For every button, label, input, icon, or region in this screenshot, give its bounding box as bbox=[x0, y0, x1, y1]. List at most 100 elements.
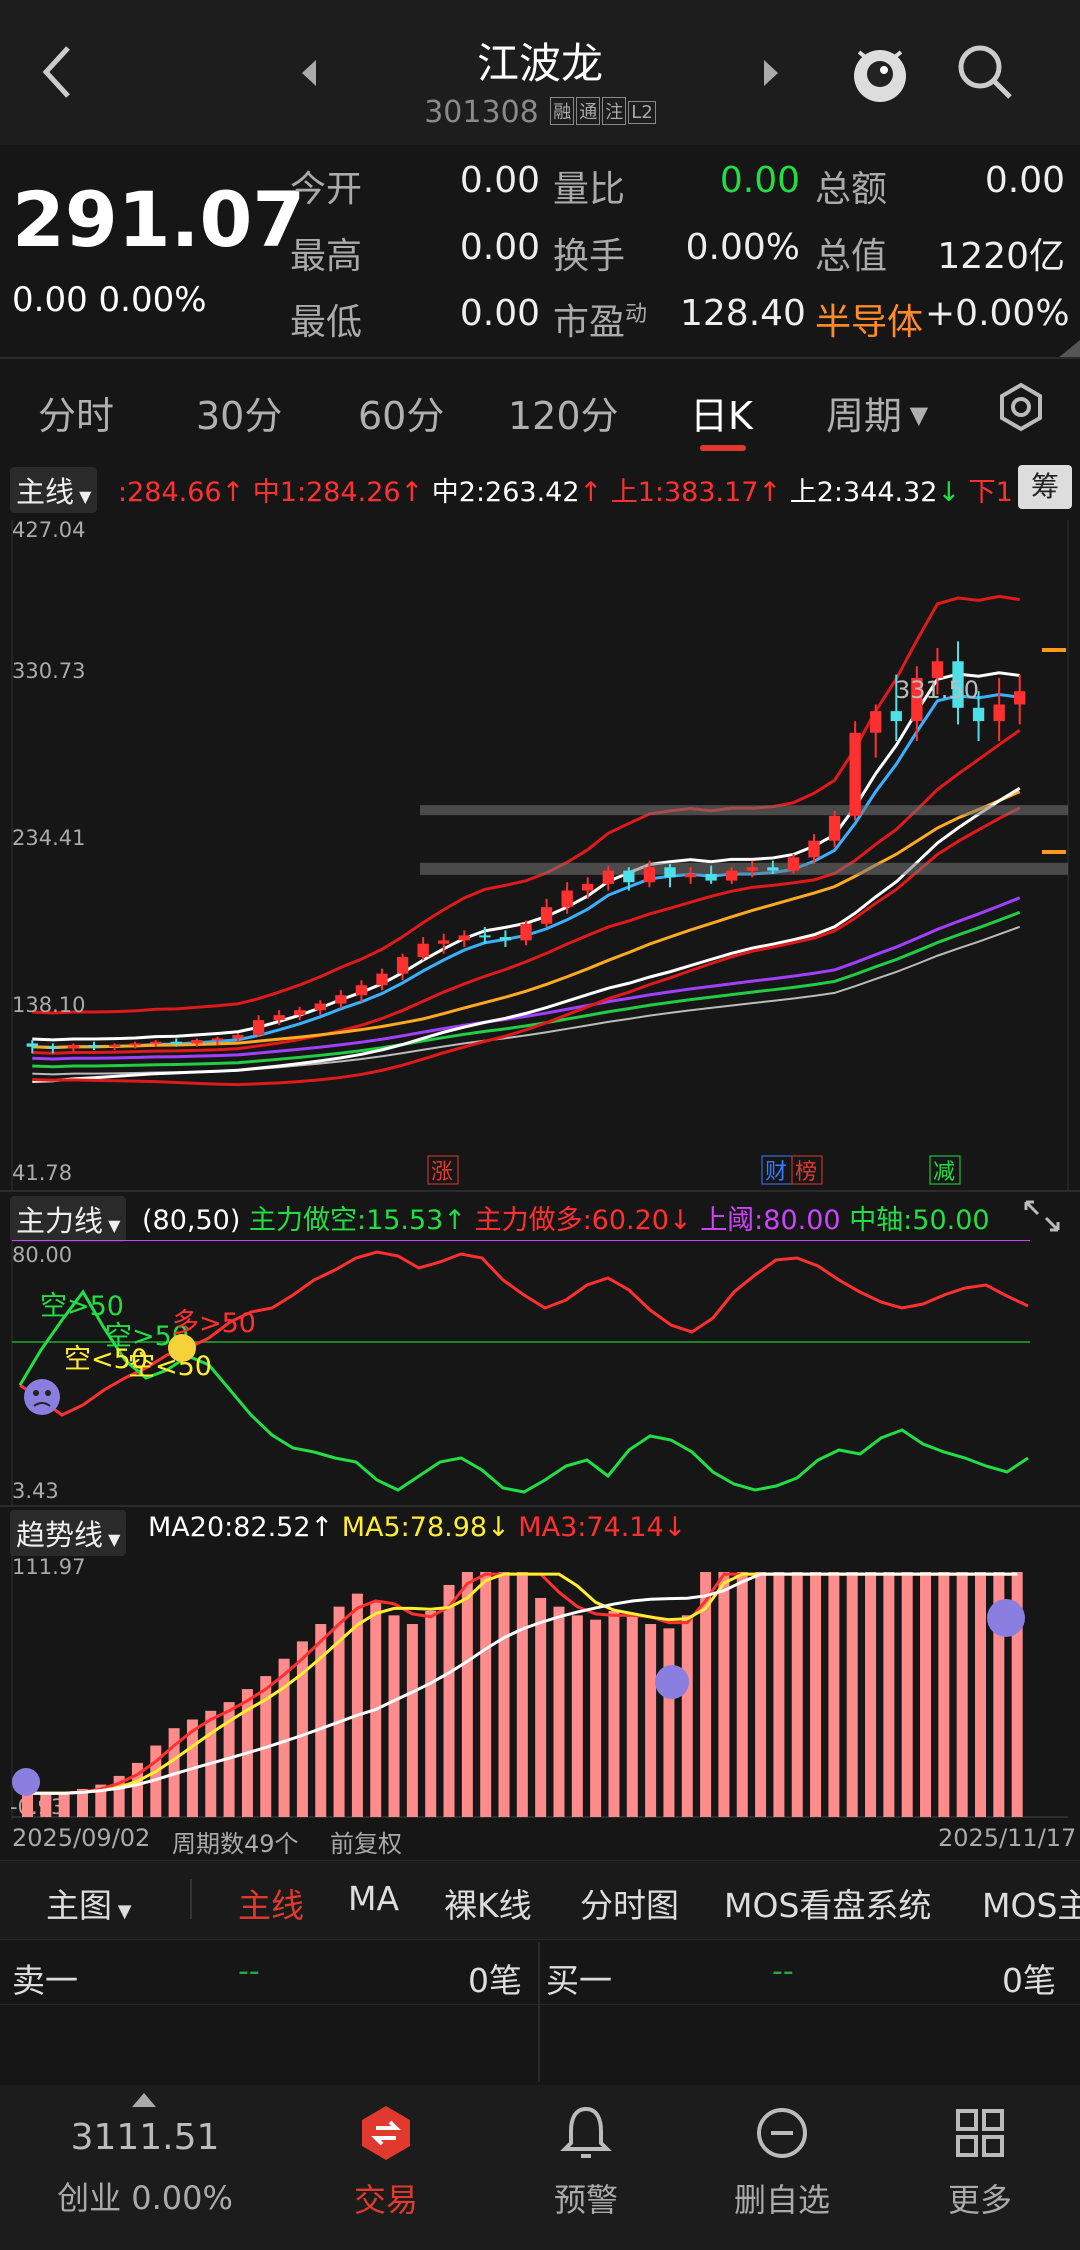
candle-body[interactable] bbox=[664, 867, 676, 878]
candle-body[interactable] bbox=[150, 1041, 162, 1044]
submenu-mos-system[interactable]: MOS看盘系统 bbox=[724, 1879, 931, 1927]
settings-icon[interactable] bbox=[995, 381, 1047, 433]
candle-body[interactable] bbox=[355, 985, 368, 996]
power-params: (80,50) 主力做空:15.53↑ 主力做多:60.20↓ 上阈:80.00… bbox=[142, 1198, 1022, 1237]
candle-body[interactable] bbox=[746, 867, 758, 871]
tab-30min[interactable]: 30分 bbox=[196, 385, 282, 440]
search-icon[interactable] bbox=[955, 42, 1015, 102]
trend-bar bbox=[791, 1572, 803, 1817]
trend-bar bbox=[406, 1624, 418, 1817]
candle-body[interactable] bbox=[417, 943, 429, 957]
index-name[interactable]: 创业 0.00% bbox=[0, 2173, 290, 2219]
change-percent: 0.00% bbox=[98, 280, 207, 320]
candle-body[interactable] bbox=[170, 1041, 182, 1044]
submenu-bare-k[interactable]: 裸K线 bbox=[444, 1879, 532, 1927]
candle-body[interactable] bbox=[561, 890, 573, 908]
tab-120min[interactable]: 120分 bbox=[508, 385, 619, 440]
period-tabs: 分时 30分 60分 120分 日K 周期 ▼ bbox=[0, 365, 1080, 455]
candle-body[interactable] bbox=[252, 1020, 265, 1036]
candle-body[interactable] bbox=[602, 870, 614, 884]
candle-body[interactable] bbox=[335, 995, 347, 1004]
trend-chart[interactable]: 111.97 -0.93 bbox=[0, 1552, 1080, 1820]
candle-body[interactable] bbox=[849, 732, 861, 816]
candle-body[interactable] bbox=[582, 883, 594, 891]
trend-bar bbox=[865, 1572, 877, 1817]
expand-icon[interactable] bbox=[1020, 1196, 1064, 1236]
price-marker-lower bbox=[1042, 850, 1066, 854]
nav-trade-label: 交易 bbox=[353, 2181, 418, 2219]
candle-body[interactable] bbox=[314, 1003, 326, 1011]
mascot-icon[interactable] bbox=[845, 38, 915, 108]
candle-body[interactable] bbox=[767, 867, 779, 871]
candle-body[interactable] bbox=[540, 907, 553, 924]
candle-body[interactable] bbox=[396, 956, 409, 974]
candle-body[interactable] bbox=[376, 973, 388, 986]
trend-bar bbox=[846, 1572, 858, 1817]
pe-label: 市盈动 bbox=[553, 302, 648, 343]
candle-body[interactable] bbox=[705, 873, 717, 881]
candle-body[interactable] bbox=[191, 1040, 203, 1044]
candle-body[interactable] bbox=[808, 840, 820, 858]
trend-bar bbox=[755, 1572, 767, 1817]
buy-one-label: 买一 bbox=[546, 1961, 612, 2000]
candle-body[interactable] bbox=[458, 935, 470, 941]
sector-label[interactable]: 半导体 bbox=[815, 293, 923, 345]
nav-remove-watchlist[interactable]: 删自选 bbox=[692, 2085, 872, 2221]
candle-body[interactable] bbox=[26, 1043, 38, 1047]
period-count: 周期数49个 bbox=[172, 1830, 299, 1858]
nav-alert[interactable]: 预警 bbox=[496, 2085, 676, 2221]
candle-body[interactable] bbox=[108, 1045, 121, 1048]
index-value[interactable]: 3111.51 bbox=[0, 2117, 290, 2158]
candle-body[interactable] bbox=[47, 1046, 59, 1049]
candle-body[interactable] bbox=[129, 1043, 141, 1046]
candle-body[interactable] bbox=[870, 711, 882, 733]
tab-daily-k[interactable]: 日K bbox=[690, 385, 753, 440]
candle-body[interactable] bbox=[787, 857, 800, 871]
candle-body[interactable] bbox=[623, 870, 635, 883]
candle-body[interactable] bbox=[972, 707, 985, 722]
submenu-ma[interactable]: MA bbox=[348, 1879, 399, 1918]
trend-bar bbox=[296, 1641, 308, 1817]
nav-trade[interactable]: 交易 bbox=[296, 2085, 476, 2221]
main-kline-chart[interactable]: 427.04 330.73 234.41 138.10 41.78 331.50… bbox=[0, 520, 1080, 1190]
bell-icon bbox=[560, 2106, 612, 2158]
candle-body[interactable] bbox=[211, 1038, 224, 1041]
candle-body[interactable] bbox=[828, 815, 841, 841]
candle-body[interactable] bbox=[438, 940, 450, 944]
candle-body[interactable] bbox=[684, 873, 697, 878]
market-cap-value: 1220亿 bbox=[937, 236, 1065, 277]
next-stock-icon[interactable] bbox=[760, 58, 782, 88]
main-indicator-selector[interactable]: 主线 ▼ bbox=[10, 467, 98, 513]
trend-indicator-selector[interactable]: 趋势线 ▼ bbox=[10, 1510, 127, 1556]
tab-60min[interactable]: 60分 bbox=[358, 385, 444, 440]
candle-body[interactable] bbox=[499, 937, 512, 941]
candle-body[interactable] bbox=[643, 867, 656, 883]
submenu-intraday[interactable]: 分时图 bbox=[580, 1879, 679, 1927]
trend-bar bbox=[388, 1615, 400, 1817]
tab-period[interactable]: 周期 ▼ bbox=[826, 385, 928, 440]
submenu-mos-main[interactable]: MOS主 bbox=[982, 1879, 1080, 1927]
trend-bar bbox=[938, 1572, 950, 1817]
chip-button[interactable]: 筹 bbox=[1018, 465, 1072, 509]
submenu-main-line[interactable]: 主线 bbox=[238, 1879, 304, 1927]
trend-bar bbox=[883, 1572, 895, 1817]
candle-body[interactable] bbox=[890, 711, 902, 722]
candle-body[interactable] bbox=[993, 704, 1005, 722]
candle-body[interactable] bbox=[273, 1015, 285, 1021]
power-indicator-selector[interactable]: 主力线 ▼ bbox=[10, 1196, 127, 1242]
chevron-up-icon[interactable] bbox=[132, 2093, 156, 2107]
tab-intraday[interactable]: 分时 bbox=[38, 385, 114, 440]
candle-body[interactable] bbox=[520, 923, 532, 941]
turnover-label: 总额 bbox=[815, 169, 888, 210]
candle-body[interactable] bbox=[294, 1010, 306, 1016]
candle-body[interactable] bbox=[232, 1035, 244, 1039]
nav-more[interactable]: 更多 bbox=[890, 2085, 1070, 2221]
candle-body[interactable] bbox=[88, 1045, 100, 1048]
candle-body[interactable] bbox=[726, 870, 738, 881]
candle-body[interactable] bbox=[1014, 691, 1026, 705]
candle-body[interactable] bbox=[67, 1045, 80, 1049]
candle-body[interactable] bbox=[479, 935, 491, 938]
power-chart[interactable]: 80.00 3.43 空>50 空<50 空>50 空<50 多>50 bbox=[0, 1240, 1080, 1505]
main-chart-menu[interactable]: 主图 ▼ bbox=[46, 1879, 132, 1927]
adjust-type[interactable]: 前复权 bbox=[330, 1824, 402, 1859]
